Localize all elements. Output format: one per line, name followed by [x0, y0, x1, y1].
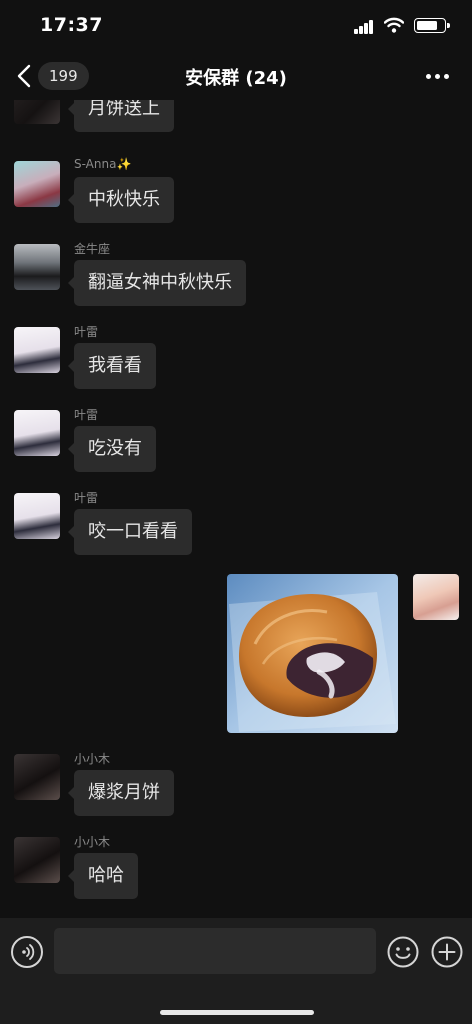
message-input[interactable]	[54, 928, 376, 974]
message-bubble[interactable]: 我看看	[68, 343, 156, 389]
message-bubble[interactable]: 月饼送上	[68, 100, 174, 132]
avatar[interactable]	[14, 837, 60, 883]
sender-name: 叶雷	[74, 491, 99, 505]
sender-name: 小小木	[74, 752, 111, 766]
sender-name: 小小木	[74, 835, 111, 849]
message-bubble[interactable]: 爆浆月饼	[68, 770, 174, 816]
cellular-signal-icon	[354, 20, 376, 34]
message-bubble[interactable]: 中秋快乐	[68, 177, 174, 223]
avatar[interactable]	[14, 244, 60, 290]
avatar[interactable]	[14, 754, 60, 800]
message-bubble[interactable]: 翻逼女神中秋快乐	[68, 260, 246, 306]
sender-name: S-Anna✨	[74, 157, 132, 171]
input-bar	[0, 918, 472, 1024]
voice-icon[interactable]	[11, 936, 43, 968]
message-bubble[interactable]: 哈哈	[68, 853, 138, 899]
home-indicator	[160, 1010, 314, 1015]
avatar[interactable]	[14, 100, 60, 124]
avatar[interactable]	[14, 327, 60, 373]
chat-message-list[interactable]: 月饼送上 S-Anna✨ 中秋快乐 金牛座 翻逼女神中秋快乐 叶雷 我看看 叶雷…	[0, 100, 472, 918]
sender-name: 叶雷	[74, 408, 99, 422]
wifi-icon	[384, 17, 404, 33]
avatar[interactable]	[14, 410, 60, 456]
mooncake-photo[interactable]	[227, 574, 398, 733]
avatar[interactable]	[413, 574, 459, 620]
plus-icon[interactable]	[431, 936, 463, 968]
message-bubble[interactable]: 咬一口看看	[68, 509, 192, 555]
battery-icon	[414, 18, 450, 33]
sender-name: 叶雷	[74, 325, 99, 339]
emoji-icon[interactable]	[387, 936, 419, 968]
avatar[interactable]	[14, 493, 60, 539]
sender-name: 金牛座	[74, 242, 111, 256]
nav-bar: 199 安保群 (24)	[0, 52, 472, 100]
status-bar: 17:37	[0, 0, 472, 52]
more-dots-icon[interactable]	[422, 68, 454, 84]
message-bubble[interactable]: 吃没有	[68, 426, 156, 472]
status-time: 17:37	[40, 14, 103, 36]
avatar[interactable]	[14, 161, 60, 207]
page-title: 安保群 (24)	[185, 68, 287, 89]
